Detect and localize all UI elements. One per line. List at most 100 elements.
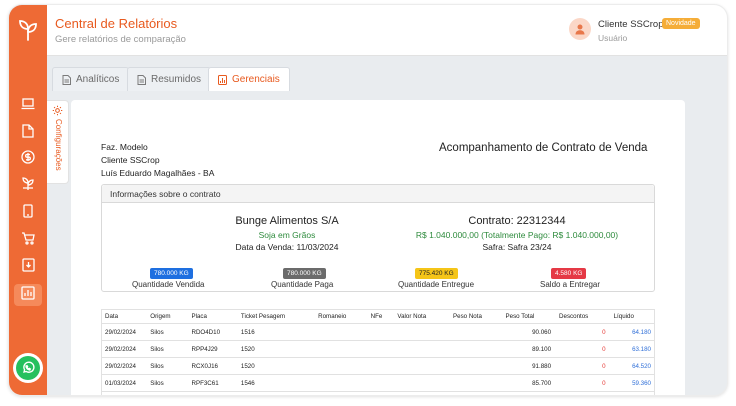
gear-icon bbox=[52, 105, 63, 116]
sscrop-logo-icon[interactable] bbox=[15, 17, 41, 43]
harvest: Safra: Safra 23/24 bbox=[482, 242, 552, 252]
tab-label: Gerenciais bbox=[232, 74, 280, 85]
cell-liquido: 63.180 bbox=[609, 340, 655, 358]
cell-ticket: 1520 bbox=[236, 340, 315, 358]
product-name: Soja em Grãos bbox=[258, 230, 316, 240]
cell-ticket: 1520 bbox=[236, 357, 315, 375]
qty-sold-chip: 780.000 KG bbox=[150, 268, 193, 279]
cell-valor-nota bbox=[393, 374, 449, 392]
cell-origem: Silos bbox=[146, 357, 188, 375]
cell-data: 01/03/2024 bbox=[101, 374, 147, 392]
col-placa[interactable]: Placa bbox=[187, 309, 237, 324]
cell-peso-nota bbox=[449, 357, 502, 375]
sidebar-item-finance[interactable] bbox=[14, 148, 42, 170]
whatsapp-button[interactable] bbox=[13, 353, 43, 383]
sidebar-item-dashboard[interactable] bbox=[14, 95, 42, 117]
new-feature-badge[interactable]: Novidade bbox=[662, 18, 700, 29]
document-icon bbox=[137, 74, 146, 85]
user-name[interactable]: Cliente SSCrop bbox=[598, 19, 663, 30]
app-window: Central de Relatórios Gere relatórios de… bbox=[8, 4, 728, 396]
cell-liquido: 64.180 bbox=[609, 323, 655, 341]
table-header-row: Data Origem Placa Ticket Pesagem Romanei… bbox=[101, 309, 655, 324]
cell-nfe bbox=[366, 357, 394, 375]
user-role: Usuário bbox=[598, 33, 628, 43]
tab-resumidos[interactable]: Resumidos bbox=[127, 67, 212, 91]
cell-valor-nota bbox=[393, 323, 449, 341]
balance-label: Saldo a Entregar bbox=[540, 280, 601, 289]
plant-icon bbox=[21, 176, 35, 196]
bar-chart-icon bbox=[218, 74, 227, 85]
qty-paid-label: Quantidade Paga bbox=[271, 280, 334, 289]
page-subtitle: Gere relatórios de comparação bbox=[55, 34, 186, 45]
sidebar-item-download[interactable] bbox=[14, 256, 42, 278]
tab-analiticos[interactable]: Analíticos bbox=[52, 67, 130, 91]
sidebar-item-documents[interactable] bbox=[14, 122, 42, 144]
cell-placa: RCX0J16 bbox=[187, 357, 237, 375]
col-data[interactable]: Data bbox=[101, 309, 147, 324]
whatsapp-icon bbox=[16, 356, 40, 380]
table-row: 01/03/2024 Silos RPF3C61 1546 85.700 0 5… bbox=[101, 374, 655, 392]
file-icon bbox=[22, 123, 34, 143]
table-row: 29/02/2024 Silos RDO4D10 1516 90.060 0 6… bbox=[101, 323, 655, 341]
section-title: Informações sobre o contrato bbox=[102, 185, 654, 203]
contract-info-box: Informações sobre o contrato Bunge Alime… bbox=[101, 184, 655, 292]
cell-romaneio bbox=[314, 357, 367, 375]
sidebar-item-market[interactable] bbox=[14, 229, 42, 251]
cell-valor-nota bbox=[393, 357, 449, 375]
cell-descontos: 0 bbox=[555, 374, 610, 392]
cell-descontos: 0 bbox=[555, 323, 610, 341]
farm-name: Faz. Modelo bbox=[101, 142, 148, 152]
qty-delivered-label: Quantidade Entregue bbox=[398, 280, 475, 289]
cell-placa: RPP4J29 bbox=[187, 340, 237, 358]
col-ticket[interactable]: Ticket Pesagem bbox=[236, 309, 315, 324]
cell-descontos: 0 bbox=[555, 357, 610, 375]
col-descontos[interactable]: Descontos bbox=[555, 309, 610, 324]
download-icon bbox=[21, 257, 35, 277]
page-title: Central de Relatórios bbox=[55, 16, 178, 31]
sidebar bbox=[9, 5, 47, 395]
col-nfe[interactable]: NFe bbox=[366, 309, 394, 324]
cell-descontos: 0 bbox=[555, 340, 610, 358]
tab-label: Resumidos bbox=[151, 74, 202, 85]
contract-number: Contrato: 22312344 bbox=[468, 215, 566, 227]
cell-liquido: 59.360 bbox=[609, 374, 655, 392]
cell-origem: Silos bbox=[146, 323, 188, 341]
cell-ticket: 1516 bbox=[236, 323, 315, 341]
cell-peso-nota bbox=[449, 340, 502, 358]
farm-location: Luís Eduardo Magalhães - BA bbox=[101, 168, 215, 178]
settings-side-tab[interactable]: Configurações bbox=[47, 100, 69, 184]
cell-nfe bbox=[366, 340, 394, 358]
cell-peso-nota bbox=[449, 374, 502, 392]
cart-icon bbox=[21, 231, 35, 250]
cell-peso-nota bbox=[449, 323, 502, 341]
cell-origem: Silos bbox=[146, 340, 188, 358]
col-valor-nota[interactable]: Valor Nota bbox=[393, 309, 449, 324]
col-peso-nota[interactable]: Peso Nota bbox=[449, 309, 502, 324]
client-name: Cliente SSCrop bbox=[101, 155, 160, 165]
bar-chart-icon bbox=[21, 285, 35, 305]
col-romaneio[interactable]: Romaneio bbox=[314, 309, 367, 324]
col-peso-total[interactable]: Peso Total bbox=[501, 309, 556, 324]
sidebar-item-reports[interactable] bbox=[14, 284, 42, 306]
cell-data: 29/02/2024 bbox=[101, 340, 147, 358]
sidebar-item-crops[interactable] bbox=[14, 175, 42, 197]
cell-romaneio bbox=[314, 323, 367, 341]
top-bar: Central de Relatórios Gere relatórios de… bbox=[47, 5, 727, 56]
cell-nfe bbox=[366, 323, 394, 341]
tab-gerenciais[interactable]: Gerenciais bbox=[208, 67, 290, 91]
tab-label: Analíticos bbox=[76, 74, 120, 85]
cell-liquido: 64.520 bbox=[609, 357, 655, 375]
cell-romaneio bbox=[314, 374, 367, 392]
cell-ticket: 1546 bbox=[236, 374, 315, 392]
avatar[interactable] bbox=[569, 18, 591, 40]
qty-paid-chip: 780.000 KG bbox=[283, 268, 326, 279]
report-panel: Faz. Modelo Cliente SSCrop Luís Eduardo … bbox=[71, 100, 685, 395]
sidebar-item-devices[interactable] bbox=[14, 202, 42, 224]
laptop-icon bbox=[21, 97, 35, 115]
col-origem[interactable]: Origem bbox=[146, 309, 188, 324]
col-liquido[interactable]: Líquido bbox=[609, 309, 655, 324]
sale-date: Data da Venda: 11/03/2024 bbox=[235, 242, 339, 252]
cell-data: 29/02/2024 bbox=[101, 357, 147, 375]
cell-peso-total: 89.100 bbox=[501, 340, 556, 358]
cell-origem: Silos bbox=[146, 374, 188, 392]
